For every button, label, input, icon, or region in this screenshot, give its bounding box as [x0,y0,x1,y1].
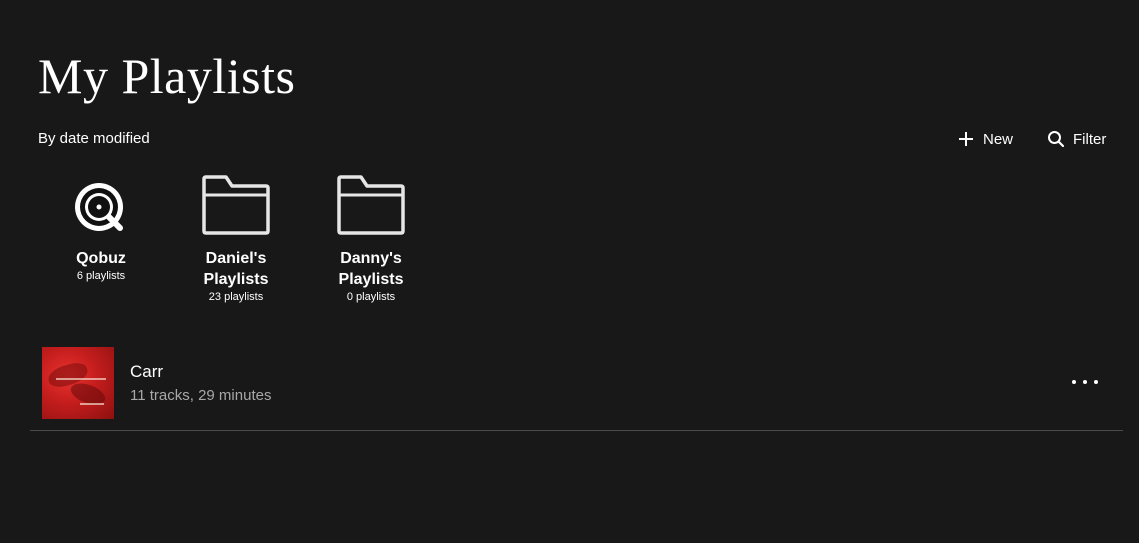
playlists-page: My Playlists By date modified New Filter [0,0,1139,543]
playlist-row[interactable]: Carr 11 tracks, 29 minutes [30,340,1123,431]
folder-daniels-playlists[interactable]: Daniel's Playlists 23 playlists [171,174,301,304]
folder-count: 6 playlists [76,270,126,282]
sort-dropdown[interactable]: By date modified [38,130,150,148]
page-title: My Playlists [38,48,296,104]
new-button-label: New [983,130,1014,148]
folder-name: Danny's Playlists [338,250,404,288]
qobuz-logo-icon [72,179,130,242]
folder-icon [200,173,272,242]
folder-count: 0 playlists [346,291,396,303]
folder-name: Daniel's Playlists [203,250,269,288]
folder-name: Qobuz [76,250,126,267]
folder-count: 23 playlists [208,291,264,303]
more-dots-icon [1072,380,1076,384]
folder-qobuz[interactable]: Qobuz 6 playlists [36,174,166,283]
folder-dannys-playlists[interactable]: Danny's Playlists 0 playlists [306,174,436,304]
new-button[interactable]: New [957,128,1013,150]
folder-icon [335,173,407,242]
plus-icon [957,130,975,148]
filter-button-label: Filter [1073,130,1107,148]
playlist-title[interactable]: Carr [130,362,163,382]
playlist-folders: Qobuz 6 playlists Daniel's Playlists 23 … [0,174,1139,314]
playlist-cover-image[interactable] [42,347,114,419]
filter-button[interactable]: Filter [1047,128,1106,150]
search-icon [1047,130,1065,148]
more-options-button[interactable] [1072,373,1098,391]
playlist-meta: 11 tracks, 29 minutes [130,387,272,404]
